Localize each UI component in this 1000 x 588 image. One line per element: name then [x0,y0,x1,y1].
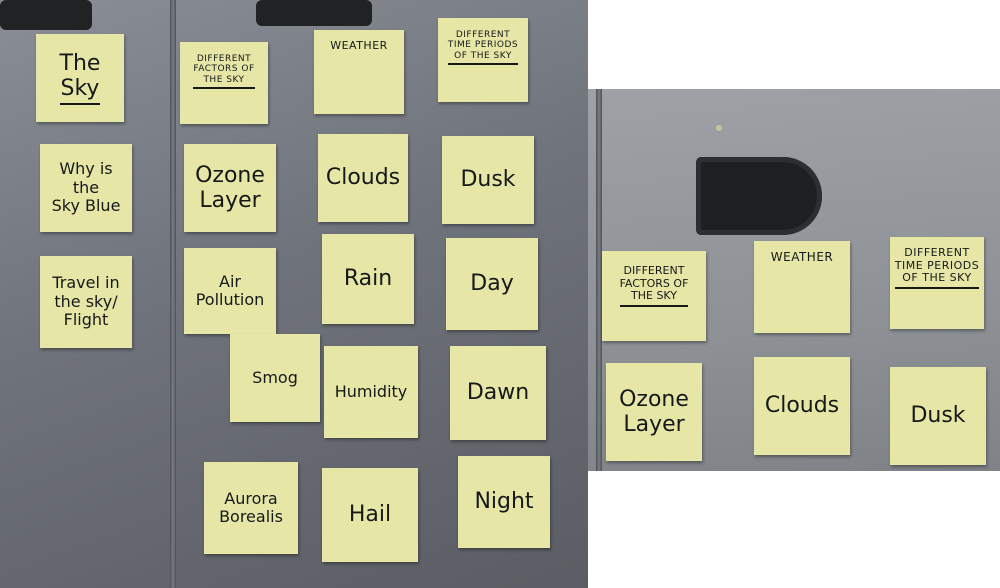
sticky-note-weather-heading: WEATHER [314,30,404,114]
note-text: DIFFERENT FACTORS OF THE SKY [619,264,689,307]
sticky-note-aurora-borealis: Aurora Borealis [204,462,298,554]
note-text: Clouds [764,393,840,419]
wall-socket [696,157,822,235]
note-text: DIFFERENT FACTORS OF THE SKY [193,54,255,90]
note-text: Air Pollution [195,271,265,309]
sticky-note-day: Day [446,238,538,330]
sticky-note-travel-flight: Travel in the sky/ Flight [40,256,132,348]
sticky-note-dusk: Dusk [890,367,986,465]
sticky-note-clouds: Clouds [318,134,408,222]
note-text: Dawn [466,380,530,406]
sticky-note-factors-heading: DIFFERENT FACTORS OF THE SKY [602,251,706,341]
sticky-note-air-pollution: Air Pollution [184,248,276,334]
note-text: Ozone Layer [195,162,265,213]
note-text: DIFFERENT TIME PERIODS OF THE SKY [447,30,519,66]
photo-left-board: The Sky Why is the Sky Blue Travel in th… [0,0,588,588]
note-text: Aurora Borealis [219,488,283,526]
note-text: Humidity [334,381,408,401]
note-text: DIFFERENT TIME PERIODS OF THE SKY [894,246,980,289]
sticky-note-hail: Hail [322,468,418,562]
note-text: Dusk [910,403,966,429]
sticky-note-smog: Smog [230,334,320,422]
latch-left [0,0,92,30]
note-text: The Sky [59,51,101,106]
sticky-note-factors-heading: DIFFERENT FACTORS OF THE SKY [180,42,268,124]
note-text: Why is the Sky Blue [51,159,121,216]
note-text: Day [470,271,514,297]
sticky-note-night: Night [458,456,550,548]
sticky-note-time-periods-heading: DIFFERENT TIME PERIODS OF THE SKY [438,18,528,102]
note-text: Travel in the sky/ Flight [52,273,120,330]
sticky-note-humidity: Humidity [324,346,418,438]
sticky-note-why-sky-blue: Why is the Sky Blue [40,144,132,232]
note-text: Ozone Layer [619,386,689,437]
note-text: Smog [252,367,298,387]
sticky-note-ozone-layer: Ozone Layer [606,363,702,461]
sticky-note-the-sky: The Sky [36,34,124,122]
sticky-note-dawn: Dawn [450,346,546,440]
latch-top [256,0,372,26]
note-text: WEATHER [330,39,388,52]
sticky-note-time-periods-heading: DIFFERENT TIME PERIODS OF THE SKY [890,237,984,329]
sticky-note-clouds: Clouds [754,357,850,455]
note-text: Hail [348,502,392,528]
sticky-note-rain: Rain [322,234,414,324]
photo-right-board: DIFFERENT FACTORS OF THE SKY WEATHER DIF… [588,89,1000,471]
sticky-note-dusk: Dusk [442,136,534,224]
sticky-note-weather-heading: WEATHER [754,241,850,333]
note-text: Rain [343,266,393,292]
note-text: Dusk [460,167,516,193]
note-text: WEATHER [770,250,834,264]
sticky-note-ozone-layer: Ozone Layer [184,144,276,232]
panel-seam [170,0,176,588]
note-text: Night [474,489,534,515]
note-text: Clouds [325,165,401,191]
screw [716,125,722,131]
